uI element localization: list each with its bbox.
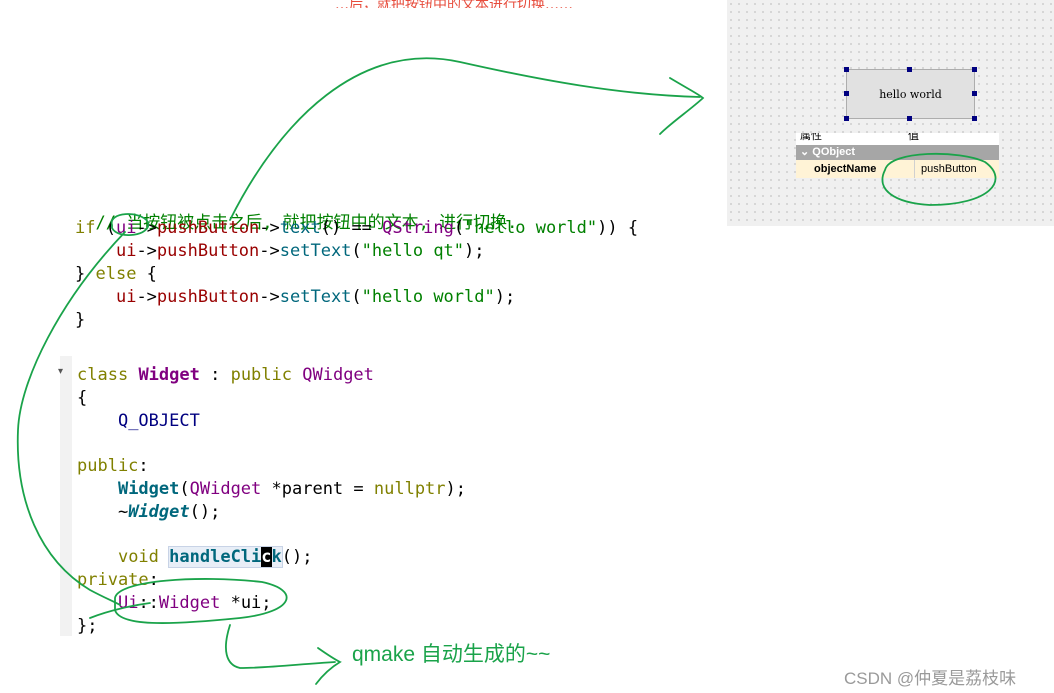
qmake-annotation: qmake 自动生成的~~ — [352, 643, 551, 666]
annotation-arrow-bottom — [225, 624, 336, 669]
annotation-circle-pushbutton — [881, 152, 997, 206]
annotation-arrowhead-top — [659, 77, 705, 135]
annotation-circle-ui-ptr — [114, 578, 288, 624]
annotation-arrowhead-bottom — [315, 647, 342, 685]
annotation-curve-left — [16, 231, 126, 606]
annotation-arrow-top — [229, 57, 701, 221]
watermark: CSDN @仲夏是荔枝味 — [844, 669, 1017, 688]
annotation-circle-ui — [111, 213, 149, 236]
annotation-strokes — [16, 57, 997, 685]
